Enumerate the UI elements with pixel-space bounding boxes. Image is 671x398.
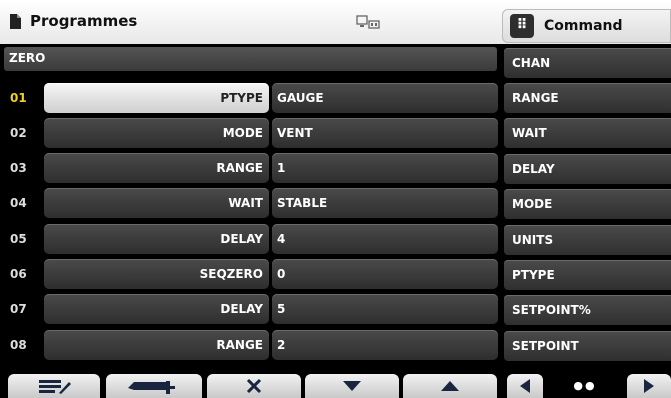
insert-row-icon <box>128 381 175 394</box>
command-item-label: MODE <box>512 197 553 211</box>
grip-icon: ⠿ <box>510 14 534 38</box>
remote-connection-icon <box>356 15 380 29</box>
page-indicator: ●● <box>547 374 623 398</box>
step-value-button[interactable]: 0 <box>272 259 498 289</box>
step-key: RANGE <box>216 338 263 352</box>
step-value: 0 <box>277 267 286 281</box>
down-arrow-icon <box>343 381 361 391</box>
step-key-button[interactable]: SEQZERO <box>44 259 269 289</box>
step-key: SEQZERO <box>199 267 263 281</box>
command-item-delay[interactable]: DELAY <box>504 154 671 184</box>
step-key-button[interactable]: DELAY <box>44 294 269 324</box>
command-item-ptype[interactable]: PTYPE <box>504 260 671 290</box>
command-label: Command <box>544 18 623 34</box>
command-item-wait[interactable]: WAIT <box>504 118 671 148</box>
step-value: 4 <box>277 232 286 246</box>
step-key: DELAY <box>220 232 263 246</box>
step-key: RANGE <box>216 161 263 175</box>
edit-list-icon <box>39 380 71 394</box>
step-value-button[interactable]: 2 <box>272 330 498 360</box>
row-number: 07 <box>10 302 27 316</box>
next-page-icon <box>644 379 654 393</box>
step-value-button[interactable]: 1 <box>272 153 498 183</box>
row-number: 06 <box>10 267 27 281</box>
page-title: Programmes <box>30 12 138 30</box>
command-item-label: WAIT <box>512 126 547 140</box>
command-item-label: UNITS <box>512 233 554 247</box>
step-key-button[interactable]: RANGE <box>44 330 269 360</box>
next-page-button[interactable] <box>627 374 671 398</box>
row-number: 04 <box>10 196 27 210</box>
step-value: GAUGE <box>277 91 324 105</box>
title-bar: Programmes ⠿ Command <box>0 0 671 44</box>
command-button[interactable]: ⠿ Command <box>502 9 671 43</box>
command-item-range[interactable]: RANGE <box>504 83 671 113</box>
row-number: 02 <box>10 126 27 140</box>
step-value-button[interactable]: GAUGE <box>272 83 498 113</box>
step-value: 5 <box>277 302 286 316</box>
move-down-button[interactable] <box>305 374 399 398</box>
step-value: STABLE <box>277 196 328 210</box>
step-value-button[interactable]: VENT <box>272 118 498 148</box>
document-icon <box>10 14 21 29</box>
move-up-button[interactable] <box>403 374 497 398</box>
command-item-units[interactable]: UNITS <box>504 225 671 255</box>
step-key-button[interactable]: DELAY <box>44 224 269 254</box>
step-value: VENT <box>277 126 313 140</box>
row-number: 05 <box>10 232 27 246</box>
row-number: 01 <box>10 91 27 105</box>
row-number: 08 <box>10 338 27 352</box>
delete-x-icon <box>246 378 262 394</box>
prev-page-icon <box>520 379 530 393</box>
program-name: ZERO <box>9 51 46 65</box>
command-item-label: RANGE <box>512 91 559 105</box>
step-key-button[interactable]: MODE <box>44 118 269 148</box>
delete-button[interactable] <box>207 374 301 398</box>
step-key-button[interactable]: WAIT <box>44 188 269 218</box>
step-key: MODE <box>222 126 263 140</box>
page-dots-icon: ●● <box>573 379 597 392</box>
prev-page-button[interactable] <box>507 374 543 398</box>
command-item-label: CHAN <box>512 56 551 70</box>
program-name-bar[interactable]: ZERO <box>4 47 497 71</box>
up-arrow-icon <box>441 381 459 391</box>
command-item-setpoint[interactable]: SETPOINT <box>504 331 671 361</box>
row-number: 03 <box>10 161 27 175</box>
command-item-label: DELAY <box>512 162 555 176</box>
command-item-label: SETPOINT <box>512 339 579 353</box>
step-key-button[interactable]: RANGE <box>44 153 269 183</box>
insert-row-button[interactable] <box>106 374 202 398</box>
step-key-button[interactable]: PTYPE <box>44 83 269 113</box>
step-value-button[interactable]: 4 <box>272 224 498 254</box>
step-value: 1 <box>277 161 286 175</box>
command-item-setpoint-percent[interactable]: SETPOINT% <box>504 295 671 325</box>
edit-list-button[interactable] <box>8 374 100 398</box>
command-item-label: PTYPE <box>512 268 555 282</box>
command-item-mode[interactable]: MODE <box>504 189 671 219</box>
command-item-chan[interactable]: CHAN <box>504 48 671 78</box>
step-key: DELAY <box>220 302 263 316</box>
step-value-button[interactable]: 5 <box>272 294 498 324</box>
step-key: PTYPE <box>220 91 263 105</box>
command-item-label: SETPOINT% <box>512 303 591 317</box>
step-key: WAIT <box>228 196 263 210</box>
step-value-button[interactable]: STABLE <box>272 188 498 218</box>
step-value: 2 <box>277 338 286 352</box>
